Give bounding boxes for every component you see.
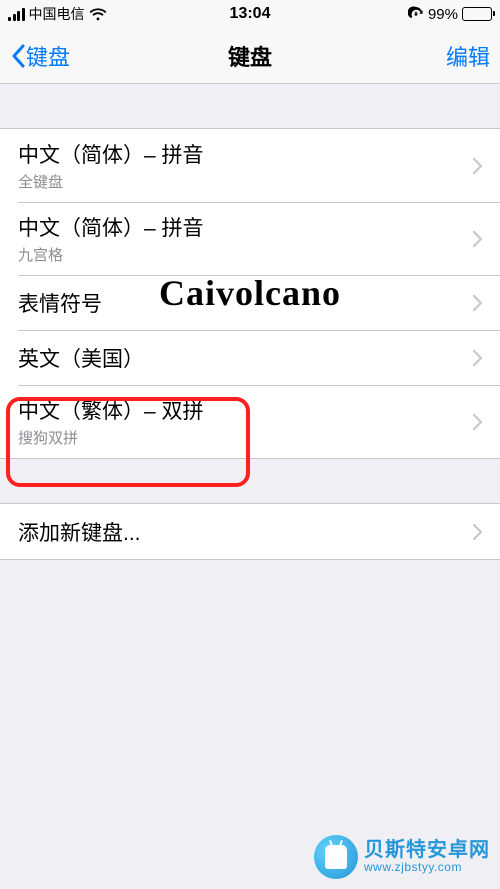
site-watermark: 贝斯特安卓网 www.zjbstyy.com — [314, 835, 490, 879]
status-bar: 中国电信 13:04 99% — [0, 0, 500, 28]
status-right: 99% — [408, 6, 492, 23]
row-title: 英文（美国） — [18, 343, 144, 373]
nav-bar: 键盘 键盘 编辑 — [0, 28, 500, 84]
wifi-icon — [89, 8, 107, 21]
row-title: 中文（繁体）– 双拼 — [18, 395, 204, 425]
keyboard-row[interactable]: 英文（美国） — [0, 330, 500, 385]
rotation-lock-icon — [408, 6, 424, 22]
signal-icon — [8, 8, 25, 21]
keyboard-row[interactable]: 表情符号 — [0, 275, 500, 330]
battery-pct-label: 99% — [428, 6, 458, 23]
watermark-logo-icon — [314, 835, 358, 879]
chevron-right-icon — [472, 295, 482, 311]
battery-icon — [462, 7, 492, 21]
add-keyboard-group: 添加新键盘... — [0, 503, 500, 560]
row-title: 表情符号 — [18, 288, 102, 318]
row-subtitle: 全键盘 — [18, 171, 204, 192]
keyboard-row[interactable]: 中文（简体）– 拼音 全键盘 — [0, 129, 500, 202]
row-subtitle: 九宫格 — [18, 244, 204, 265]
back-label: 键盘 — [26, 40, 70, 72]
add-keyboard-row[interactable]: 添加新键盘... — [0, 504, 500, 559]
chevron-left-icon — [10, 44, 26, 68]
edit-button[interactable]: 编辑 — [446, 40, 490, 72]
page-title: 键盘 — [228, 40, 272, 72]
watermark-site-name: 贝斯特安卓网 — [364, 840, 490, 861]
carrier-label: 中国电信 — [29, 4, 85, 24]
chevron-right-icon — [472, 350, 482, 366]
chevron-right-icon — [472, 524, 482, 540]
status-left: 中国电信 — [8, 4, 107, 24]
chevron-right-icon — [472, 231, 482, 247]
back-button[interactable]: 键盘 — [10, 40, 70, 72]
row-title: 中文（简体）– 拼音 — [18, 139, 204, 169]
chevron-right-icon — [472, 158, 482, 174]
chevron-right-icon — [472, 414, 482, 430]
keyboard-row[interactable]: 中文（繁体）– 双拼 搜狗双拼 — [0, 385, 500, 458]
watermark-site-url: www.zjbstyy.com — [364, 861, 462, 874]
keyboard-row[interactable]: 中文（简体）– 拼音 九宫格 — [0, 202, 500, 275]
keyboard-list: 中文（简体）– 拼音 全键盘 中文（简体）– 拼音 九宫格 表情符号 英文（美国… — [0, 128, 500, 459]
row-title: 添加新键盘... — [18, 517, 141, 547]
row-subtitle: 搜狗双拼 — [18, 427, 204, 448]
status-time: 13:04 — [230, 5, 271, 23]
row-title: 中文（简体）– 拼音 — [18, 212, 204, 242]
